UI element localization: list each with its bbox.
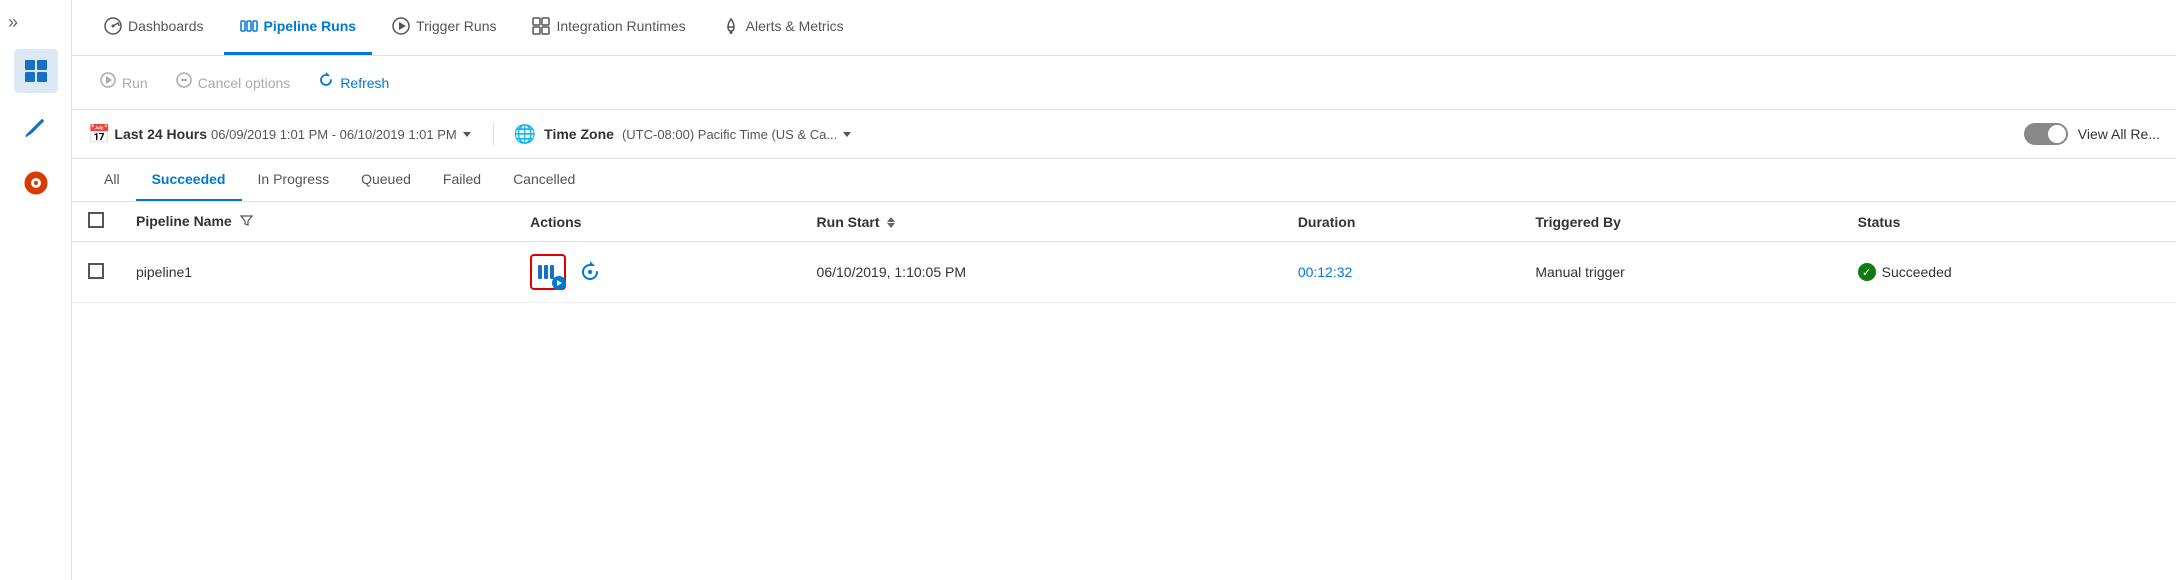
alerts-tab-icon bbox=[722, 17, 740, 35]
status-tabs: All Succeeded In Progress Queued Failed … bbox=[72, 159, 2176, 202]
calendar-icon: 📅 bbox=[88, 124, 110, 145]
actions-header: Actions bbox=[514, 202, 800, 242]
status-tab-all[interactable]: All bbox=[88, 159, 136, 201]
sidebar: » bbox=[0, 0, 72, 580]
toolbar: Run Cancel options Refresh bbox=[72, 56, 2176, 110]
timezone-dropdown[interactable]: (UTC-08:00) Pacific Time (US & Ca... bbox=[622, 127, 853, 142]
sidebar-item-dashboards[interactable] bbox=[14, 49, 58, 93]
duration-cell: 00:12:32 bbox=[1282, 242, 1520, 303]
sidebar-item-monitor[interactable] bbox=[14, 161, 58, 205]
tab-integration-runtimes[interactable]: Integration Runtimes bbox=[516, 0, 701, 55]
cancel-icon bbox=[176, 72, 192, 93]
pipeline-name-cell: pipeline1 bbox=[120, 242, 514, 303]
row-checkbox[interactable] bbox=[88, 263, 104, 279]
chevron-down-icon bbox=[461, 128, 473, 140]
row-checkbox-cell bbox=[72, 242, 120, 303]
run-start-sort-icon bbox=[887, 217, 895, 228]
succeeded-check-icon: ✓ bbox=[1858, 263, 1876, 281]
refresh-icon bbox=[318, 72, 334, 93]
pipeline-name-filter-icon[interactable] bbox=[240, 214, 253, 230]
pipeline-name-header: Pipeline Name bbox=[120, 202, 514, 242]
run-icon bbox=[100, 72, 116, 93]
filter-bar: 📅 Last 24 Hours 06/09/2019 1:01 PM - 06/… bbox=[72, 110, 2176, 159]
timezone-filter: 🌐 Time Zone (UTC-08:00) Pacific Time (US… bbox=[514, 124, 853, 145]
status-tab-cancelled[interactable]: Cancelled bbox=[497, 159, 591, 201]
integration-runtimes-tab-icon bbox=[532, 17, 550, 35]
tab-trigger-runs[interactable]: Trigger Runs bbox=[376, 0, 512, 55]
refresh-button[interactable]: Refresh bbox=[306, 66, 401, 99]
top-nav-tabs: Dashboards Pipeline Runs Trigger Runs bbox=[72, 0, 2176, 56]
play-overlay-icon bbox=[552, 276, 566, 290]
tab-dashboards[interactable]: Dashboards bbox=[88, 0, 220, 55]
expand-sidebar-button[interactable]: » bbox=[0, 8, 26, 37]
time-range-filter[interactable]: 📅 Last 24 Hours 06/09/2019 1:01 PM - 06/… bbox=[88, 124, 473, 145]
run-start-cell: 06/10/2019, 1:10:05 PM bbox=[801, 242, 1282, 303]
triggered-by-cell: Manual trigger bbox=[1519, 242, 1841, 303]
actions-cell bbox=[514, 242, 800, 303]
pipeline-runs-tab-icon bbox=[240, 17, 258, 35]
timezone-chevron-down-icon bbox=[841, 128, 853, 140]
trigger-runs-tab-icon bbox=[392, 17, 410, 35]
filter-divider-1 bbox=[493, 122, 494, 146]
triggered-by-header: Triggered By bbox=[1519, 202, 1841, 242]
dashboards-tab-icon bbox=[104, 17, 122, 35]
refresh-run-action-button[interactable] bbox=[574, 256, 606, 288]
status-tab-succeeded[interactable]: Succeeded bbox=[136, 159, 242, 201]
status-cell: ✓ Succeeded bbox=[1842, 242, 2176, 303]
status-tab-failed[interactable]: Failed bbox=[427, 159, 497, 201]
select-all-header bbox=[72, 202, 120, 242]
table-row: pipeline1 bbox=[72, 242, 2176, 303]
run-start-header[interactable]: Run Start bbox=[801, 202, 1282, 242]
view-all-runs-toggle[interactable] bbox=[2024, 123, 2068, 145]
select-all-checkbox[interactable] bbox=[88, 212, 104, 228]
rerun-action-button[interactable] bbox=[530, 254, 566, 290]
sidebar-item-edit[interactable] bbox=[14, 105, 58, 149]
view-all-runs-toggle-group: View All Re... bbox=[2024, 123, 2160, 145]
status-tab-queued[interactable]: Queued bbox=[345, 159, 427, 201]
globe-icon: 🌐 bbox=[514, 124, 536, 145]
main-content: Dashboards Pipeline Runs Trigger Runs bbox=[72, 0, 2176, 580]
status-header: Status bbox=[1842, 202, 2176, 242]
cancel-options-button[interactable]: Cancel options bbox=[164, 66, 303, 99]
status-tab-in-progress[interactable]: In Progress bbox=[242, 159, 346, 201]
pipeline-runs-table: Pipeline Name Actions Run Start bbox=[72, 202, 2176, 580]
tab-alerts-metrics[interactable]: Alerts & Metrics bbox=[706, 0, 860, 55]
run-button[interactable]: Run bbox=[88, 66, 160, 99]
tab-pipeline-runs[interactable]: Pipeline Runs bbox=[224, 0, 373, 55]
duration-header: Duration bbox=[1282, 202, 1520, 242]
